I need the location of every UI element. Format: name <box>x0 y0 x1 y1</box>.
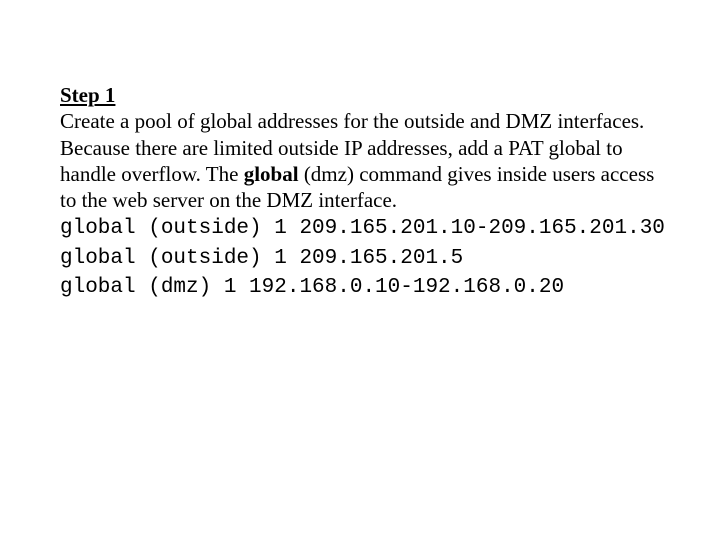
document-page: Step 1 Create a pool of global addresses… <box>0 0 716 301</box>
step-heading: Step 1 <box>60 83 115 107</box>
code-line-3: global (dmz) 1 192.168.0.10-192.168.0.20 <box>60 276 564 299</box>
step-block: Step 1 Create a pool of global addresses… <box>60 82 656 301</box>
step-description: Create a pool of global addresses for th… <box>60 109 654 212</box>
code-line-1: global (outside) 1 209.165.201.10-209.16… <box>60 217 665 240</box>
code-line-2: global (outside) 1 209.165.201.5 <box>60 247 463 270</box>
global-keyword: global <box>244 162 299 186</box>
